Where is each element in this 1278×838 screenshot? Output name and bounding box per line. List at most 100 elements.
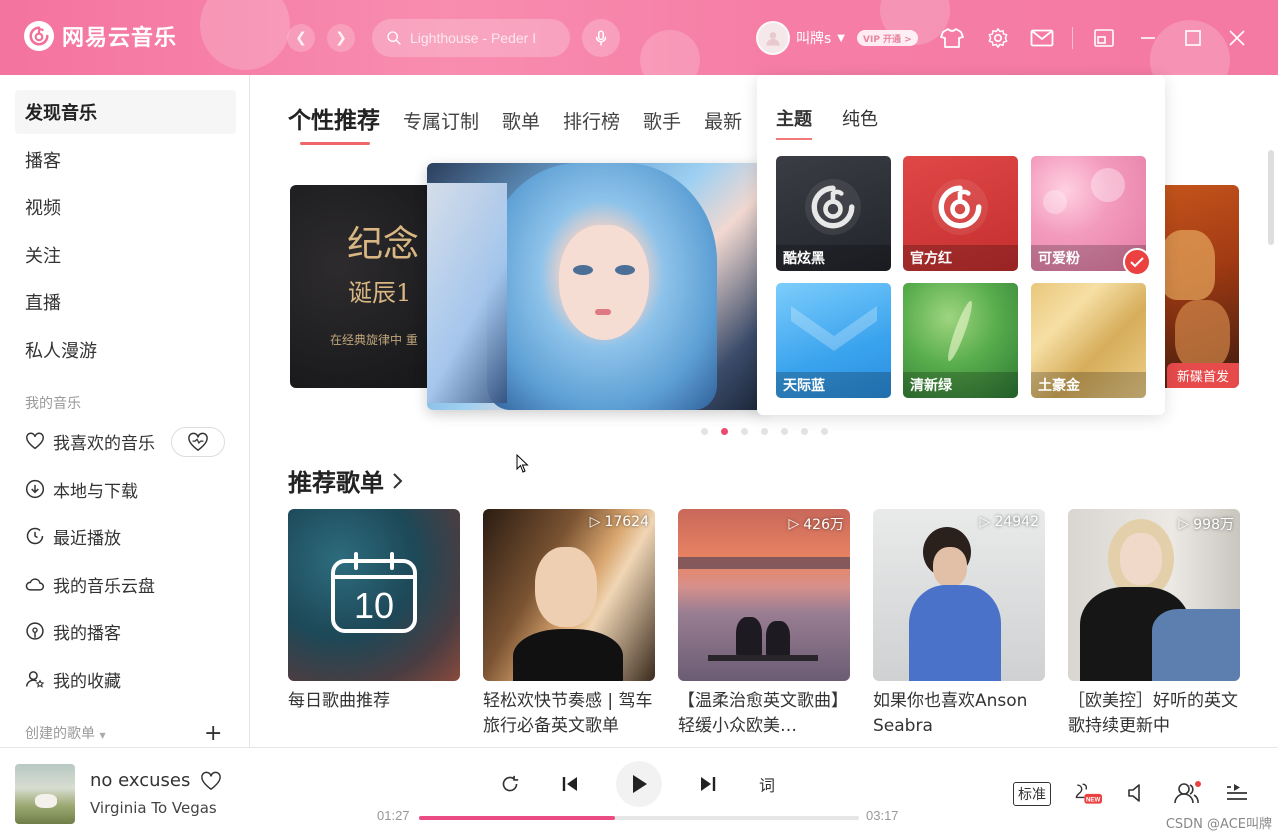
progress-slider[interactable] bbox=[419, 816, 859, 820]
caret-down-icon[interactable]: ▼ bbox=[837, 33, 845, 44]
tab-playlists[interactable]: 歌单 bbox=[502, 107, 540, 134]
title-bar: 网易云音乐 ❮ ❯ 叫牌s ▼ VIP 开通 > bbox=[0, 0, 1278, 100]
created-playlists-heading[interactable]: 创建的歌单 ▼ bbox=[25, 723, 106, 743]
sound-effect-button[interactable]: NEW bbox=[1072, 779, 1102, 807]
artist-name[interactable]: Virginia To Vegas bbox=[90, 799, 217, 817]
tab-artists[interactable]: 歌手 bbox=[643, 107, 681, 134]
next-button[interactable] bbox=[688, 766, 728, 802]
sidebar-item-label: 最近播放 bbox=[53, 528, 121, 549]
sidebar-item-live[interactable]: 直播 bbox=[15, 280, 236, 324]
sidebar-item-fm[interactable]: 私人漫游 bbox=[15, 328, 236, 372]
playlist-cover[interactable]: ▷ 17624 bbox=[483, 509, 655, 681]
sidebar-item-cloud[interactable]: 我的音乐云盘 bbox=[25, 567, 155, 601]
avatar[interactable] bbox=[756, 21, 790, 55]
playlist-queue-button[interactable] bbox=[1222, 779, 1252, 807]
playlist-cover[interactable]: ▷ 24942 bbox=[873, 509, 1045, 681]
theme-skin-button[interactable] bbox=[940, 27, 964, 49]
heartbeat-mode-button[interactable] bbox=[171, 427, 225, 457]
loop-mode-button[interactable] bbox=[490, 766, 530, 802]
create-playlist-button[interactable]: + bbox=[204, 721, 222, 746]
carousel-dot[interactable] bbox=[741, 428, 748, 435]
sidebar-item-liked[interactable]: 我喜欢的音乐 bbox=[25, 424, 155, 458]
sidebar-item-local[interactable]: 本地与下载 bbox=[25, 472, 138, 506]
carousel-dot[interactable] bbox=[761, 428, 768, 435]
user-menu[interactable]: 叫牌s ▼ VIP 开通 > bbox=[756, 21, 918, 55]
playlist-cover[interactable]: 10 bbox=[288, 509, 460, 681]
playlist-cover[interactable]: ▷ 426万 bbox=[678, 509, 850, 681]
song-title[interactable]: no excuses bbox=[90, 770, 190, 791]
playlist-card[interactable]: ▷ 426万 【温柔治愈英文歌曲】轻缓小众欧美… bbox=[678, 509, 850, 739]
previous-button[interactable] bbox=[550, 766, 590, 802]
carousel-dot[interactable] bbox=[821, 428, 828, 435]
heart-icon[interactable] bbox=[200, 771, 222, 791]
recommended-playlists-title[interactable]: 推荐歌单 bbox=[288, 463, 404, 498]
playlist-title[interactable]: 轻松欢快节奏感 | 驾车旅行必备英文歌单 bbox=[483, 689, 655, 739]
sidebar-item-podcast[interactable]: 播客 bbox=[15, 138, 236, 182]
lyrics-button[interactable]: 词 bbox=[747, 766, 787, 802]
banner-art-eye bbox=[573, 265, 593, 275]
tab-exclusive[interactable]: 专属订制 bbox=[403, 107, 479, 134]
play-count: ▷ 24942 bbox=[980, 514, 1039, 530]
playlist-title[interactable]: 每日歌曲推荐 bbox=[288, 689, 460, 739]
search-input[interactable] bbox=[410, 30, 540, 46]
theme-option-green[interactable]: 清新绿 bbox=[903, 283, 1018, 398]
maximize-button[interactable] bbox=[1181, 27, 1205, 49]
carousel-dot-active[interactable] bbox=[721, 428, 728, 435]
messages-button[interactable] bbox=[1030, 27, 1054, 49]
playlist-card[interactable]: ▷ 998万 ［欧美控］好听的英文歌持续更新中 bbox=[1068, 509, 1240, 739]
tab-theme[interactable]: 主题 bbox=[776, 105, 812, 140]
tab-charts[interactable]: 排行榜 bbox=[563, 107, 620, 134]
search-box[interactable] bbox=[372, 19, 570, 57]
cover-art-face bbox=[933, 547, 967, 587]
back-button[interactable]: ❮ bbox=[287, 24, 315, 52]
playlist-cover[interactable]: ▷ 998万 bbox=[1068, 509, 1240, 681]
voice-search-button[interactable] bbox=[582, 19, 620, 57]
sidebar-item-recent[interactable]: 最近播放 bbox=[25, 519, 121, 553]
playlist-title[interactable]: 【温柔治愈英文歌曲】轻缓小众欧美… bbox=[678, 689, 850, 739]
playlist-title[interactable]: ［欧美控］好听的英文歌持续更新中 bbox=[1068, 689, 1240, 739]
discover-tabs: 个性推荐 专属订制 歌单 排行榜 歌手 最新 bbox=[288, 101, 765, 145]
forward-button[interactable]: ❯ bbox=[327, 24, 355, 52]
carousel-dot[interactable] bbox=[801, 428, 808, 435]
listen-together-button[interactable] bbox=[1172, 779, 1202, 807]
playlist-card[interactable]: 10 每日歌曲推荐 bbox=[288, 509, 460, 739]
sidebar-item-my-podcast[interactable]: 我的播客 bbox=[25, 614, 121, 648]
banner-left[interactable]: 纪念 诞辰1 在经典旋律中 重 bbox=[290, 185, 450, 388]
netease-logo-icon bbox=[805, 179, 861, 235]
scrollbar[interactable] bbox=[1268, 150, 1274, 245]
vip-badge[interactable]: VIP 开通 > bbox=[857, 30, 918, 46]
volume-button[interactable] bbox=[1122, 779, 1152, 807]
sidebar-item-collection[interactable]: 我的收藏 bbox=[25, 662, 121, 696]
tab-personal-recommend[interactable]: 个性推荐 bbox=[288, 101, 380, 145]
carousel-dot[interactable] bbox=[701, 428, 708, 435]
play-count-value: 24942 bbox=[994, 514, 1039, 530]
tab-newest[interactable]: 最新 bbox=[704, 107, 742, 134]
settings-button[interactable] bbox=[986, 27, 1010, 49]
carousel-dot[interactable] bbox=[781, 428, 788, 435]
sidebar-item-discover[interactable]: 发现音乐 bbox=[15, 90, 236, 134]
close-button[interactable] bbox=[1225, 27, 1249, 49]
theme-option-red[interactable]: 官方红 bbox=[903, 156, 1018, 271]
banner-center[interactable] bbox=[427, 163, 767, 410]
theme-option-blue[interactable]: 天际蓝 bbox=[776, 283, 891, 398]
total-time: 03:17 bbox=[866, 808, 899, 823]
app-logo[interactable]: 网易云音乐 bbox=[24, 20, 177, 52]
theme-option-gold[interactable]: 土豪金 bbox=[1031, 283, 1146, 398]
minimize-button[interactable] bbox=[1136, 27, 1160, 49]
playlist-title[interactable]: 如果你也喜欢Anson Seabra bbox=[873, 689, 1045, 739]
now-playing-title-row: no excuses bbox=[90, 770, 222, 791]
sidebar-item-video[interactable]: 视频 bbox=[15, 185, 236, 229]
mini-mode-button[interactable] bbox=[1092, 27, 1116, 49]
tab-solid-color[interactable]: 纯色 bbox=[842, 105, 878, 131]
playlist-card[interactable]: ▷ 17624 轻松欢快节奏感 | 驾车旅行必备英文歌单 bbox=[483, 509, 655, 739]
play-button[interactable] bbox=[616, 761, 662, 807]
skip-next-icon bbox=[701, 777, 716, 791]
mouse-cursor-icon bbox=[516, 454, 529, 473]
username[interactable]: 叫牌s bbox=[796, 28, 831, 48]
sidebar-item-follow[interactable]: 关注 bbox=[15, 233, 236, 277]
maximize-icon bbox=[1185, 30, 1201, 46]
playlist-card[interactable]: ▷ 24942 如果你也喜欢Anson Seabra bbox=[873, 509, 1045, 739]
theme-option-black[interactable]: 酷炫黑 bbox=[776, 156, 891, 271]
quality-button[interactable]: 标准 bbox=[1013, 782, 1051, 806]
now-playing-cover[interactable] bbox=[15, 764, 75, 824]
